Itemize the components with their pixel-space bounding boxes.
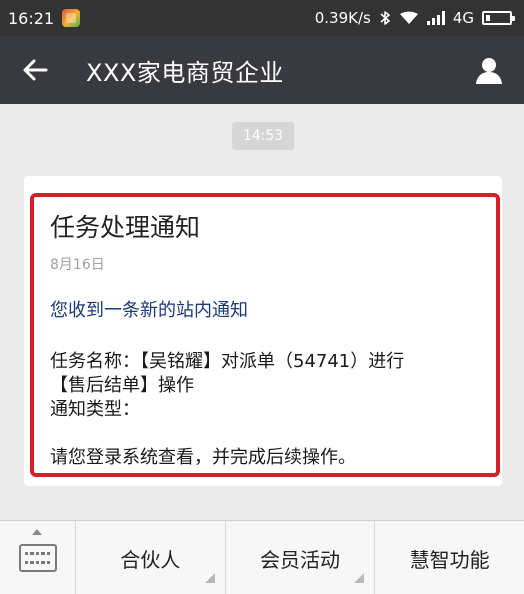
notice-type-line: 通知类型： bbox=[50, 399, 140, 420]
menu-tab-label: 慧智功能 bbox=[409, 547, 490, 572]
menu-tab-label: 合伙人 bbox=[120, 547, 181, 572]
menu-tab-smart-functions[interactable]: 慧智功能 bbox=[375, 521, 524, 594]
network-type: 4G bbox=[452, 9, 474, 27]
status-left: 16:21 bbox=[8, 8, 81, 28]
chat-timestamp: 14:53 bbox=[232, 122, 294, 150]
keyboard-icon bbox=[18, 544, 57, 572]
app-icon bbox=[62, 9, 81, 27]
submenu-indicator-icon bbox=[354, 573, 365, 583]
status-right: 0.39K/s 4G bbox=[314, 9, 515, 27]
caret-up-icon bbox=[32, 529, 42, 535]
signal-icon bbox=[426, 11, 445, 25]
message-content: 任务处理通知 8月16日 您收到一条新的站内通知 任务名称：【吴铭耀】对派单（5… bbox=[50, 208, 490, 470]
net-speed: 0.39K/s bbox=[314, 9, 371, 27]
wifi-icon bbox=[399, 11, 418, 24]
notice-date: 8月16日 bbox=[50, 257, 105, 273]
notice-title: 任务处理通知 bbox=[50, 213, 201, 242]
notice-closing: 请您登录系统查看，并完成后续操作。 bbox=[50, 447, 356, 468]
menu-tab-partner[interactable]: 合伙人 bbox=[76, 521, 226, 594]
profile-icon bbox=[476, 58, 502, 84]
page-title: XXX家电商贸企业 bbox=[86, 58, 284, 87]
menu-tab-label: 会员活动 bbox=[260, 547, 340, 572]
battery-icon bbox=[482, 11, 515, 25]
title-bar: XXX家电商贸企业 bbox=[0, 36, 524, 104]
bluetooth-icon bbox=[380, 11, 390, 25]
back-button[interactable] bbox=[0, 36, 70, 104]
status-bar: 16:21 0.39K/s 4G bbox=[0, 0, 524, 36]
task-name-line: 任务名称：【吴铭耀】对派单（54741）进行 bbox=[50, 351, 405, 372]
menu-tab-member-activity[interactable]: 会员活动 bbox=[226, 521, 376, 594]
task-name-line-cont: 【售后结单】操作 bbox=[50, 375, 194, 396]
submenu-indicator-icon bbox=[204, 573, 215, 583]
status-time: 16:21 bbox=[8, 8, 55, 28]
notice-intro: 您收到一条新的站内通知 bbox=[50, 300, 248, 321]
keyboard-toggle-button[interactable] bbox=[0, 521, 76, 594]
back-arrow-icon bbox=[23, 59, 48, 81]
bottom-menu: 合伙人 会员活动 慧智功能 bbox=[0, 520, 524, 594]
profile-button[interactable] bbox=[454, 36, 524, 104]
